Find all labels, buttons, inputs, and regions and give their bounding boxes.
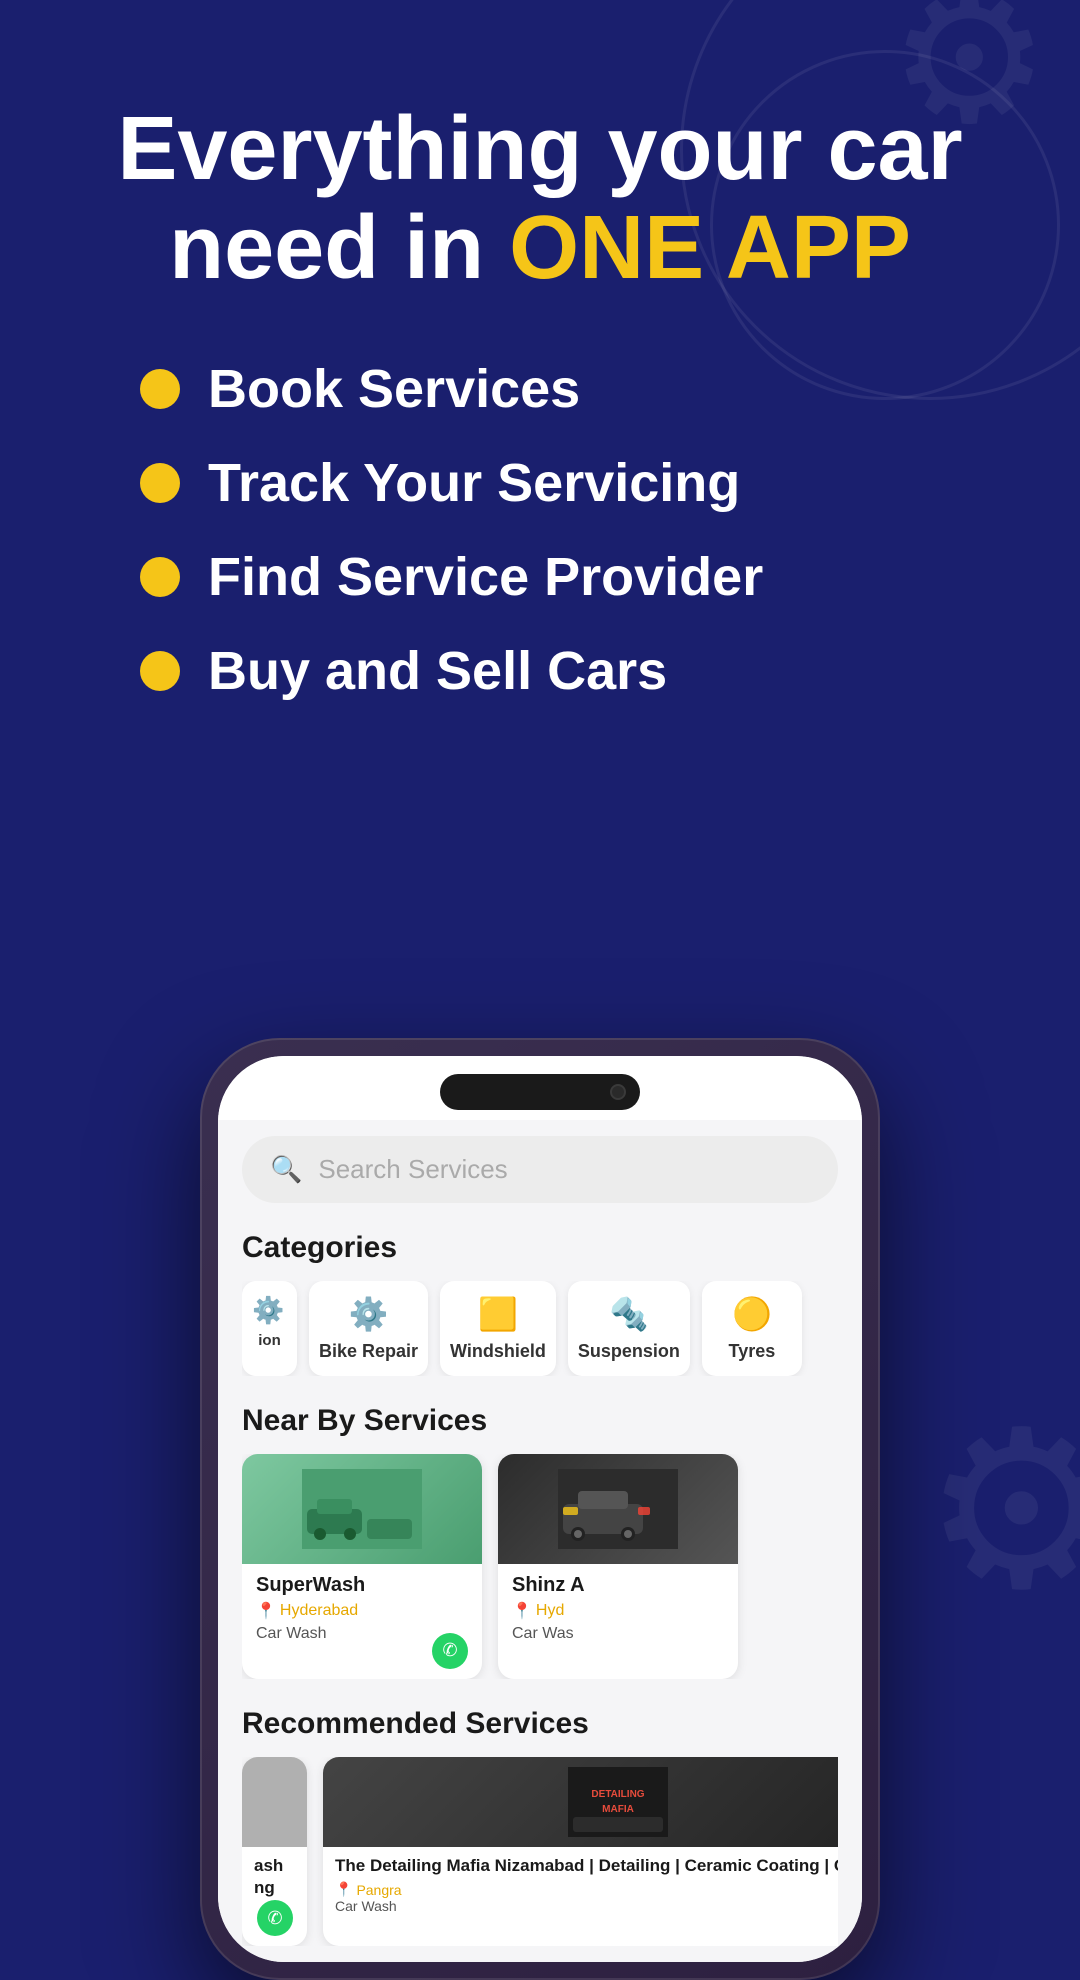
bg-gear-2: ⚙ [923,1400,1080,1620]
hero-title-line2: need in [169,198,509,298]
feature-text-buy: Buy and Sell Cars [208,640,667,702]
rec-card-partial-left[interactable]: ashng ✆ [242,1757,307,1946]
recommended-title: Recommended Services [242,1707,838,1741]
detailing-city: Pangra [356,1882,401,1898]
shinz-city: Hyd [536,1602,564,1620]
svg-text:MAFIA: MAFIA [602,1804,634,1815]
search-placeholder: Search Services [318,1154,507,1185]
category-item-tyres[interactable]: 🟡 Tyres [702,1281,802,1376]
feature-list: Book Services Track Your Servicing Find … [80,358,1000,702]
shinz-name: Shinz A [512,1574,724,1597]
superwash-img-placeholder [242,1454,482,1564]
tyres-icon: 🟡 [732,1295,772,1333]
shinz-body: Shinz A 📍 Hyd Car Was [498,1564,738,1679]
shinz-type: Car Was [512,1625,724,1643]
feature-dot-book [140,369,180,409]
feature-text-book: Book Services [208,358,580,420]
svg-text:DETAILING: DETAILING [591,1789,644,1800]
feature-dot-track [140,463,180,503]
phone-content: 🔍 Search Services Categories ⚙️ ion [218,1120,862,1962]
shinz-image [498,1454,738,1564]
whatsapp-icon-partial: ✆ [267,1908,282,1929]
cat-label-partial: ion [252,1332,287,1349]
hero-title: Everything your car need in ONE APP [80,100,1000,298]
detailing-pin-icon: 📍 [335,1881,352,1898]
shinz-img-placeholder [498,1454,738,1564]
detailing-mafia-type: Car Wash [335,1898,838,1914]
search-icon: 🔍 [270,1154,302,1185]
phone-mockup: 🔍 Search Services Categories ⚙️ ion [200,1038,880,1980]
feature-item-book: Book Services [140,358,940,420]
notch-camera [610,1084,626,1100]
hero-title-highlight: ONE APP [509,198,911,298]
feature-text-find: Find Service Provider [208,546,763,608]
phone-outer: 🔍 Search Services Categories ⚙️ ion [200,1038,880,1980]
location-pin-icon: 📍 [256,1601,276,1621]
superwash-image [242,1454,482,1564]
detailing-mafia-image: DETAILING MAFIA [323,1757,838,1847]
category-item-partial-left[interactable]: ⚙️ ion [242,1281,297,1376]
superwash-location: 📍 Hyderabad [256,1601,468,1621]
tyres-label: Tyres [729,1341,776,1362]
detailing-mafia-name: The Detailing Mafia Nizamabad | Detailin… [335,1855,838,1877]
feature-item-track: Track Your Servicing [140,452,940,514]
categories-section: Categories ⚙️ ion ⚙️ Bike Repair [242,1231,838,1376]
detailing-mafia-body: The Detailing Mafia Nizamabad | Detailin… [323,1847,838,1946]
rec-card-detailing-mafia[interactable]: DETAILING MAFIA The Detailing Mafia Niza… [323,1757,838,1946]
cat-icon-partial: ⚙️ [252,1295,287,1326]
bike-repair-label: Bike Repair [319,1341,418,1362]
whatsapp-icon: ✆ [442,1640,457,1661]
feature-text-track: Track Your Servicing [208,452,740,514]
rec-partial-whatsapp[interactable]: ✆ [257,1900,293,1936]
category-item-suspension[interactable]: 🔩 Suspension [568,1281,690,1376]
feature-dot-buy [140,651,180,691]
windshield-icon: 🟨 [478,1295,518,1333]
phone-inner: 🔍 Search Services Categories ⚙️ ion [218,1056,862,1962]
superwash-city: Hyderabad [280,1602,358,1620]
car-wash-svg [302,1469,422,1549]
recommended-section: Recommended Services ashng ✆ [242,1707,838,1946]
recommended-row: ashng ✆ DETAILING [242,1757,838,1946]
nearby-row: SuperWash 📍 Hyderabad Car Wash ✆ [242,1454,838,1679]
service-card-shinz[interactable]: Shinz A 📍 Hyd Car Was [498,1454,738,1679]
feature-item-find: Find Service Provider [140,546,940,608]
categories-row: ⚙️ ion ⚙️ Bike Repair 🟨 Windshield [242,1281,838,1376]
phone-notch [218,1056,862,1120]
categories-title: Categories [242,1231,838,1265]
bike-repair-icon: ⚙️ [349,1295,389,1333]
detailing-svg: DETAILING MAFIA [568,1767,668,1837]
nearby-section: Near By Services [242,1404,838,1679]
rec-img-partial-left [242,1757,307,1847]
superwash-name: SuperWash [256,1574,468,1597]
windshield-label: Windshield [450,1341,546,1362]
hero-section: Everything your car need in ONE APP Book… [0,0,1080,794]
suspension-icon: 🔩 [609,1295,649,1333]
search-bar[interactable]: 🔍 Search Services [242,1136,838,1203]
detailing-mafia-location: 📍 Pangra [335,1881,838,1898]
superwash-whatsapp-button[interactable]: ✆ [432,1633,468,1669]
category-item-windshield[interactable]: 🟨 Windshield [440,1281,556,1376]
feature-item-buy: Buy and Sell Cars [140,640,940,702]
service-card-superwash[interactable]: SuperWash 📍 Hyderabad Car Wash ✆ [242,1454,482,1679]
bmw-svg [558,1469,678,1549]
suspension-label: Suspension [578,1341,680,1362]
hero-title-line1: Everything your car [117,99,962,199]
nearby-title: Near By Services [242,1404,838,1438]
shinz-pin-icon: 📍 [512,1601,532,1621]
category-item-bike-repair[interactable]: ⚙️ Bike Repair [309,1281,428,1376]
rec-partial-name: ashng [254,1855,295,1899]
notch-pill [440,1074,640,1110]
feature-dot-find [140,557,180,597]
shinz-location: 📍 Hyd [512,1601,724,1621]
